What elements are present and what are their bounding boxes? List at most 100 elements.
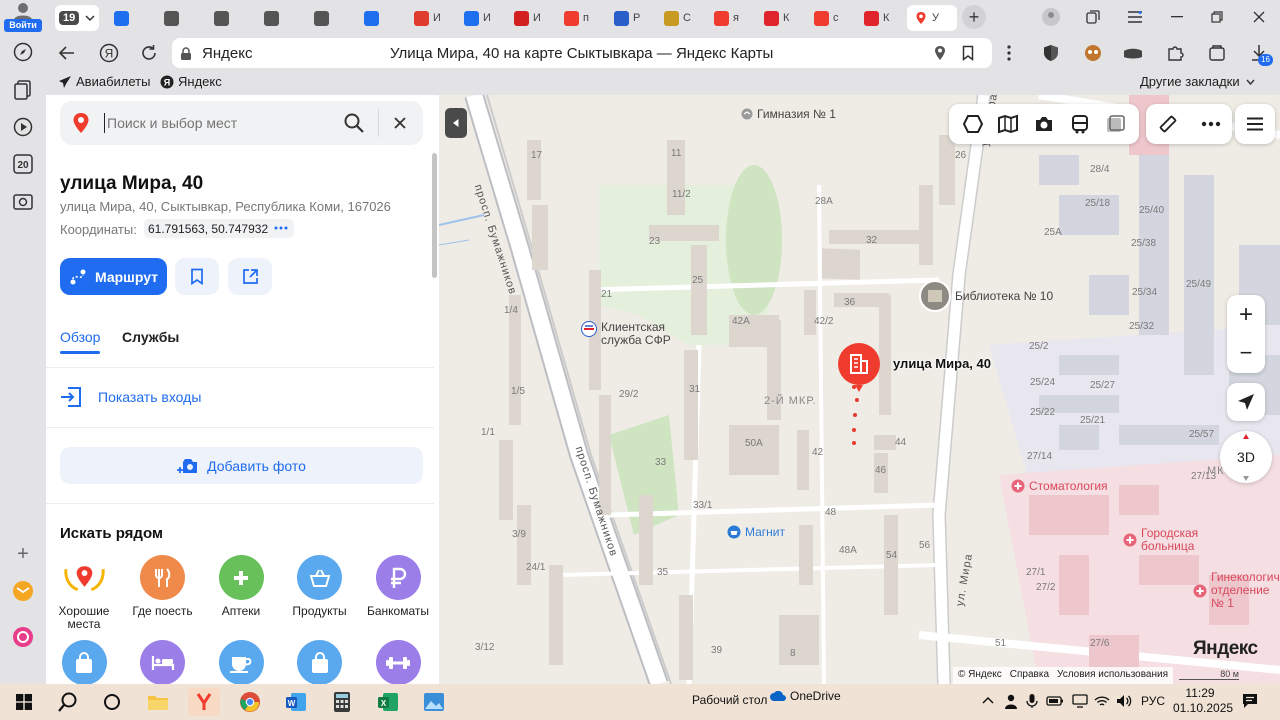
search-input[interactable] <box>104 113 324 133</box>
display-tray-icon[interactable] <box>1072 694 1088 708</box>
login-button[interactable]: Войти <box>4 2 42 32</box>
count-twenty-icon[interactable]: 20 <box>11 152 35 176</box>
tab-counter-button[interactable]: 19 <box>55 5 99 31</box>
bookmark-icon[interactable] <box>962 45 974 61</box>
person-tray-icon[interactable] <box>1004 693 1018 709</box>
back-arrow-icon[interactable] <box>54 40 80 66</box>
poi-hospital[interactable]: Городская больница <box>1123 527 1211 553</box>
windows-start-icon[interactable] <box>8 688 40 716</box>
camera-icon[interactable] <box>1033 113 1055 135</box>
browser-tab[interactable] <box>258 5 307 31</box>
scrollbar-thumb[interactable] <box>432 153 437 278</box>
search-icon[interactable] <box>52 688 84 716</box>
show-entrances-button[interactable]: Показать входы <box>60 387 201 407</box>
reload-icon[interactable] <box>136 40 162 66</box>
share-button[interactable] <box>228 258 272 295</box>
layers-icon[interactable] <box>962 113 984 135</box>
browser-tab[interactable]: С <box>658 5 707 31</box>
notifications-icon[interactable] <box>1242 693 1258 709</box>
onedrive-toolbar[interactable]: OneDrive <box>770 689 841 703</box>
wallet-icon[interactable] <box>1204 40 1230 66</box>
search-icon[interactable] <box>344 113 364 133</box>
zoom-in-button[interactable]: + <box>1227 296 1265 334</box>
collections-icon[interactable] <box>1080 6 1106 28</box>
bus-icon[interactable] <box>1069 113 1091 135</box>
profile-avatar-icon[interactable] <box>1038 6 1064 28</box>
shield-icon[interactable] <box>1038 40 1064 66</box>
restore-icon[interactable] <box>1204 6 1230 28</box>
nearby-category[interactable] <box>46 640 124 684</box>
save-bookmark-button[interactable] <box>175 258 219 295</box>
tab-services[interactable]: Службы <box>122 329 179 345</box>
screenshot-icon[interactable] <box>11 190 35 214</box>
poi-gymnasium[interactable]: Гимназия № 1 <box>741 107 836 121</box>
close-window-icon[interactable] <box>1246 6 1272 28</box>
menu-hamburger-icon[interactable] <box>1122 6 1148 28</box>
browser-tab[interactable]: И <box>408 5 457 31</box>
bookmark-aviabilety[interactable]: Авиабилеты <box>58 74 150 89</box>
location-pin-icon[interactable] <box>934 45 946 61</box>
compass-icon[interactable] <box>11 40 35 64</box>
alice-icon[interactable] <box>11 625 35 649</box>
search-box[interactable] <box>60 101 423 145</box>
minimize-icon[interactable] <box>1164 6 1190 28</box>
compass-3d-control[interactable]: 3D <box>1220 431 1272 483</box>
nearby-category[interactable] <box>280 640 360 684</box>
collapse-panel-button[interactable] <box>445 108 467 138</box>
browser-tab[interactable] <box>108 5 157 31</box>
photos-icon[interactable] <box>418 688 450 716</box>
wifi-icon[interactable] <box>1094 694 1110 708</box>
browser-tab[interactable]: К <box>758 5 807 31</box>
file-explorer-icon[interactable] <box>142 688 174 716</box>
poi-magnit[interactable]: Магнит <box>727 525 785 539</box>
nearby-category[interactable] <box>358 640 438 684</box>
browser-tab[interactable]: п <box>558 5 607 31</box>
new-tab-button[interactable]: + <box>962 5 986 29</box>
nearby-category[interactable]: Аптеки <box>201 555 281 618</box>
more-vertical-icon[interactable] <box>996 40 1022 66</box>
browser-tab[interactable] <box>308 5 357 31</box>
poi-library[interactable]: Библиотека № 10 <box>919 280 1053 312</box>
browser-tab[interactable]: я <box>708 5 757 31</box>
calculator-icon[interactable] <box>326 688 358 716</box>
route-button[interactable]: Маршрут <box>60 258 167 295</box>
nearby-category[interactable]: Продукты <box>280 555 360 618</box>
mail-app-icon[interactable] <box>11 579 35 603</box>
more-horizontal-icon[interactable] <box>1201 121 1221 127</box>
task-view-icon[interactable] <box>96 688 128 716</box>
address-bar[interactable]: Яндекс Улица Мира, 40 на карте Сыктывкар… <box>172 38 992 68</box>
map-book-icon[interactable] <box>997 113 1019 135</box>
clock[interactable]: 11:29 01.10.2025 <box>1173 686 1233 716</box>
panorama-icon[interactable] <box>1104 113 1126 135</box>
yandex-home-icon[interactable]: Я <box>96 40 122 66</box>
nearby-category[interactable]: Банкоматы <box>358 555 438 618</box>
microphone-icon[interactable] <box>1026 693 1038 709</box>
nearby-category[interactable]: Где поесть <box>123 555 203 618</box>
place-pin[interactable] <box>837 342 881 392</box>
coords-chip[interactable]: 61.791563, 50.747932 <box>144 219 295 238</box>
browser-tab[interactable]: И <box>508 5 557 31</box>
map-canvas[interactable]: 17 11 11/2 28А 26 23 32 25 21 1/4 36 42А 42/2 31 1/5 29… <box>439 95 1280 684</box>
poi-gyn[interactable]: Гинекологическое отделение № 1 <box>1193 571 1280 610</box>
close-icon[interactable] <box>394 117 406 129</box>
tab-active[interactable]: У <box>907 5 957 31</box>
nearby-category[interactable]: Хорошие места <box>46 555 124 631</box>
terms-link[interactable]: Условия использования <box>1057 669 1168 682</box>
chevron-up-icon[interactable] <box>982 696 994 704</box>
browser-tab[interactable] <box>158 5 207 31</box>
map-menu-button[interactable] <box>1235 104 1275 144</box>
language-indicator[interactable]: РУС <box>1141 694 1165 708</box>
extension-icon[interactable] <box>1080 40 1106 66</box>
notes-icon[interactable] <box>11 78 35 102</box>
yandex-browser-icon[interactable] <box>188 688 220 716</box>
other-bookmarks-button[interactable]: Другие закладки <box>1140 74 1255 89</box>
ruler-icon[interactable] <box>1158 114 1178 134</box>
mode-3d-button[interactable]: 3D <box>1228 441 1264 473</box>
browser-tab[interactable]: с <box>808 5 857 31</box>
battery-icon[interactable] <box>1046 694 1064 708</box>
browser-tab[interactable]: И <box>458 5 507 31</box>
help-link[interactable]: Справка <box>1010 669 1049 682</box>
extension-hat-icon[interactable] <box>1120 40 1146 66</box>
nearby-category[interactable] <box>201 640 281 684</box>
browser-tab[interactable] <box>208 5 257 31</box>
